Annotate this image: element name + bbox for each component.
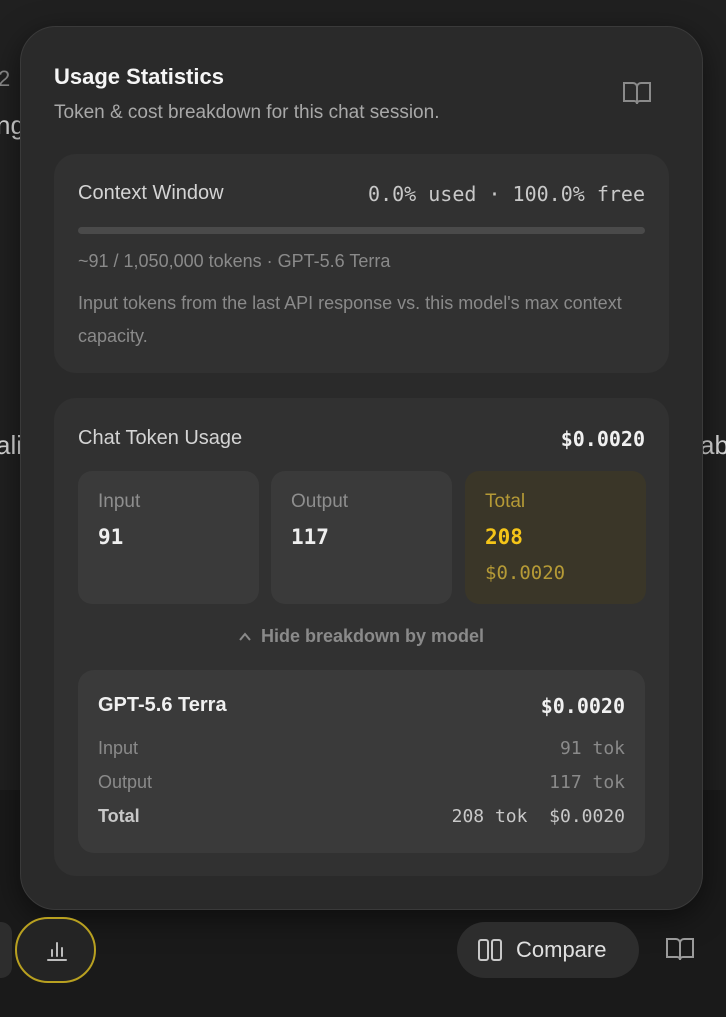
breakdown-row-label: Total <box>98 806 140 826</box>
context-window-title: Context Window <box>78 182 224 204</box>
chevron-up-icon <box>239 632 251 641</box>
context-usage-percent: 0.0% used · 100.0% free <box>368 182 645 206</box>
stat-label: Input <box>98 491 141 512</box>
breakdown-row-label: Output <box>98 772 153 792</box>
background-text-fragment: ali <box>0 430 23 460</box>
background-text-fragment: ab <box>700 430 726 460</box>
chat-token-usage-card: Chat Token Usage $0.0020 Input 91 Output… <box>54 398 669 876</box>
book-open-icon[interactable] <box>664 935 696 963</box>
context-window-card: Context Window 0.0% used · 100.0% free ~… <box>54 154 669 373</box>
context-description: Input tokens from the last API response … <box>78 293 622 346</box>
hide-breakdown-toggle[interactable]: Hide breakdown by model <box>54 626 669 647</box>
total-tokens-stat: Total 208 $0.0020 <box>465 471 646 604</box>
bar-chart-icon <box>47 942 67 961</box>
stat-value: 208 <box>485 525 523 549</box>
input-tokens-stat: Input 91 <box>78 471 259 604</box>
modal-title: Usage Statistics <box>54 64 224 89</box>
context-progress-bar <box>78 227 645 234</box>
usage-total-cost: $0.0020 <box>560 427 645 451</box>
stat-label: Total <box>485 491 526 512</box>
breakdown-row-value: 208 tok $0.0020 <box>451 806 625 827</box>
usage-title: Chat Token Usage <box>78 427 243 449</box>
book-open-icon[interactable] <box>621 79 653 107</box>
model-breakdown: GPT-5.6 Terra $0.0020 Input 91 tok Outpu… <box>78 670 645 853</box>
output-tokens-stat: Output 117 <box>271 471 452 604</box>
breakdown-row-value: 117 tok <box>549 772 625 793</box>
breakdown-row-value: 91 tok <box>559 738 625 759</box>
stat-cost: $0.0020 <box>485 562 566 584</box>
context-token-count: ~91 / 1,050,000 tokens · GPT-5.6 Terra <box>78 251 391 271</box>
stat-label: Output <box>291 491 349 512</box>
columns-icon <box>478 939 502 961</box>
partial-toolbar-button[interactable] <box>0 922 12 978</box>
toggle-label: Hide breakdown by model <box>260 626 485 646</box>
stat-value: 117 <box>291 525 329 549</box>
model-name: GPT-5.6 Terra <box>98 694 227 716</box>
usage-statistics-modal: Usage Statistics Token & cost breakdown … <box>20 26 703 910</box>
stat-value: 91 <box>98 525 124 549</box>
compare-button[interactable]: Compare <box>457 922 639 978</box>
modal-subtitle: Token & cost breakdown for this chat ses… <box>54 102 440 123</box>
breakdown-row-label: Input <box>98 738 139 758</box>
background-text-fragment: 2 <box>0 66 11 91</box>
model-cost: $0.0020 <box>540 694 625 718</box>
usage-stats-button[interactable] <box>15 917 96 983</box>
compare-label: Compare <box>516 937 607 962</box>
